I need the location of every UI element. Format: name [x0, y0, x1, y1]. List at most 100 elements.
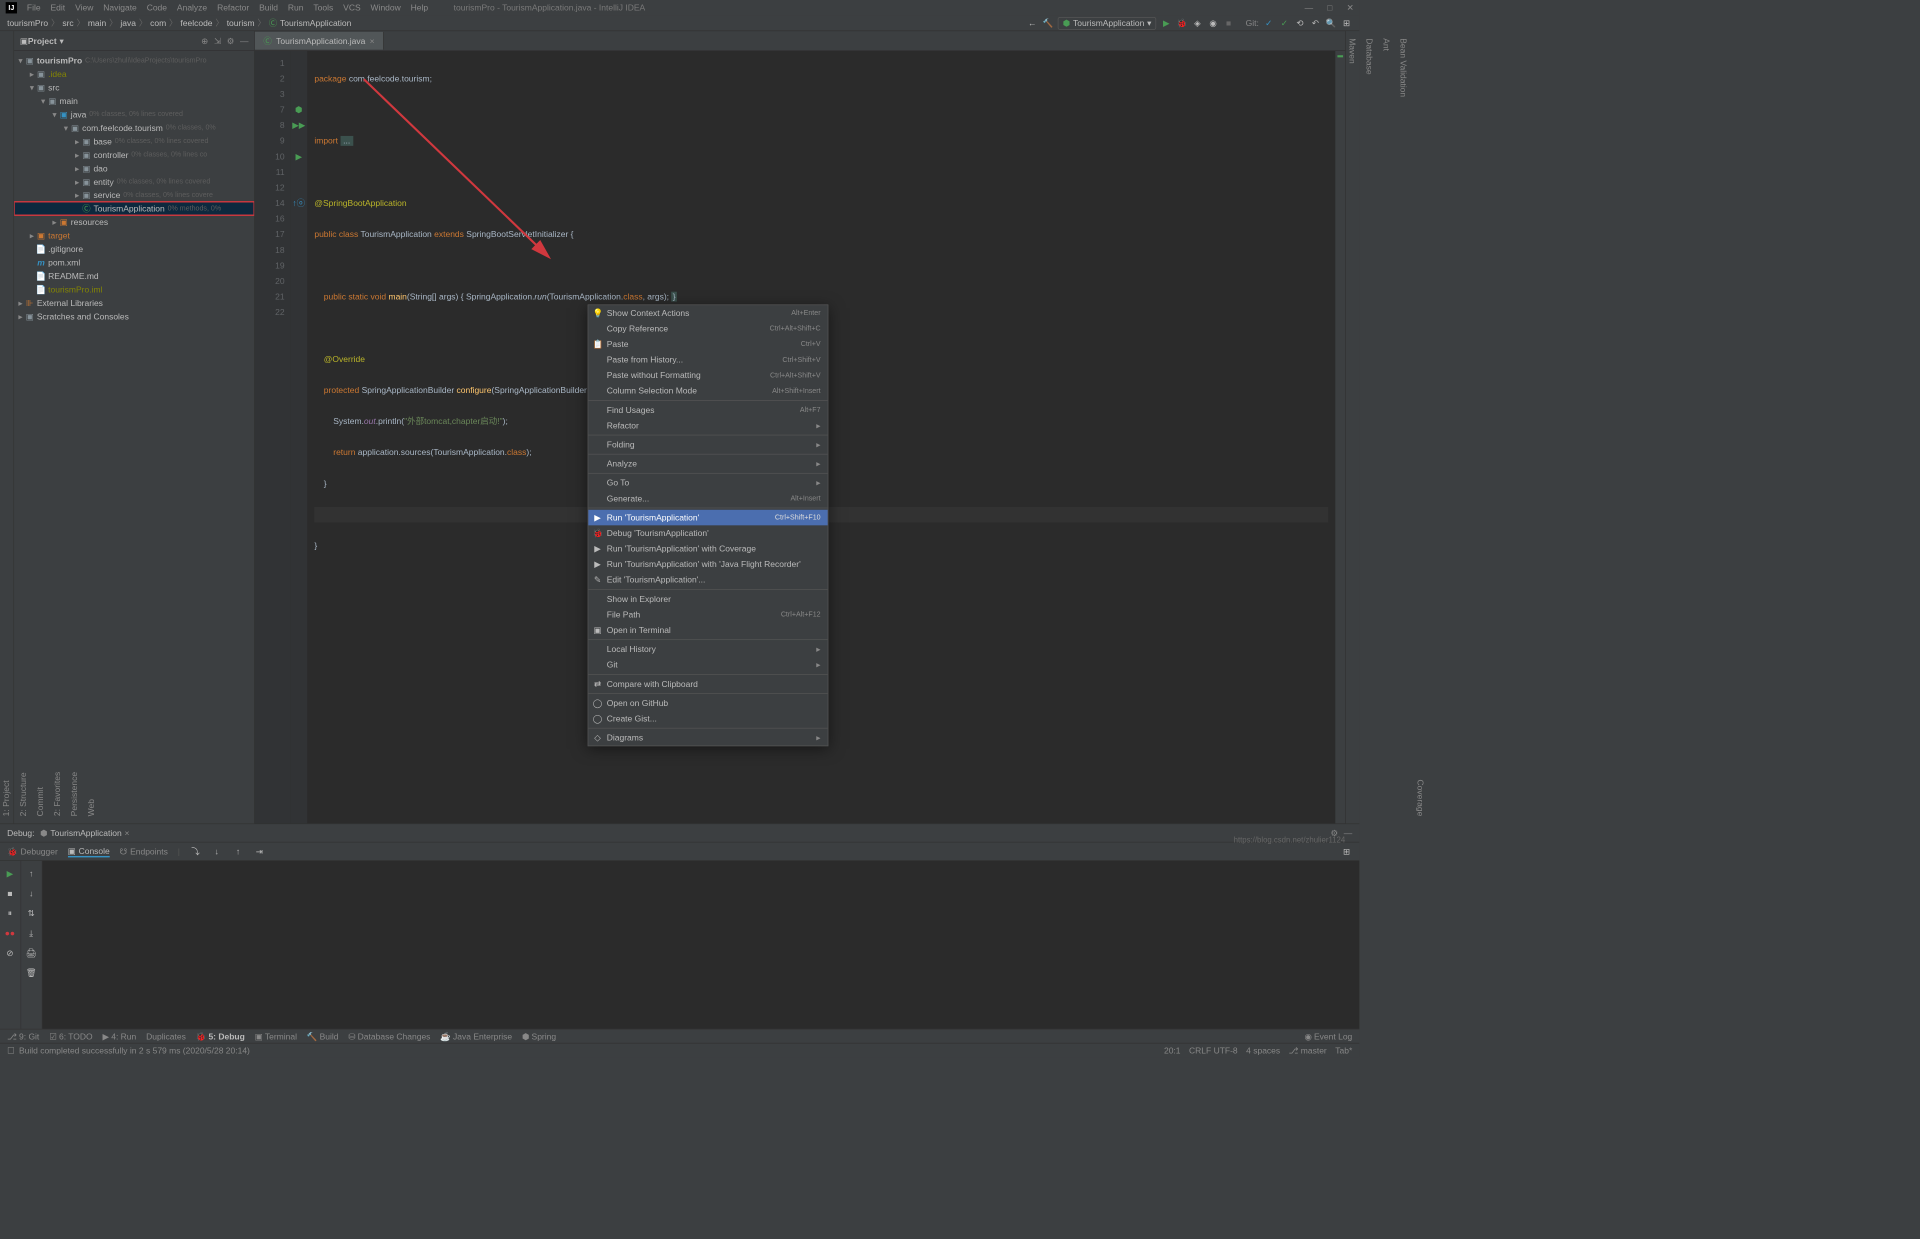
- menu-item[interactable]: Analyze▸: [588, 456, 827, 472]
- stop-icon[interactable]: ■: [1223, 17, 1234, 28]
- menu-item[interactable]: ▶Run 'TourismApplication' with Coverage: [588, 541, 827, 557]
- bottom-tab-build[interactable]: 🔨 Build: [307, 1031, 339, 1041]
- menu-item[interactable]: ◯Open on GitHub: [588, 695, 827, 711]
- menu-item[interactable]: Generate...Alt+Insert: [588, 491, 827, 507]
- tree-node-src[interactable]: ▾▣src: [14, 81, 254, 94]
- tree-node-pom[interactable]: mpom.xml: [14, 256, 254, 269]
- menu-refactor[interactable]: Refactor: [213, 1, 254, 14]
- breadcrumb-item[interactable]: feelcode: [180, 18, 212, 28]
- menu-item[interactable]: ✎Edit 'TourismApplication'...: [588, 572, 827, 588]
- debug-tab-debugger[interactable]: 🐞 Debugger: [7, 846, 58, 856]
- print-icon[interactable]: 🖨: [25, 947, 36, 958]
- left-tab-structure[interactable]: 2: Structure: [18, 38, 28, 816]
- breadcrumb-item[interactable]: src: [62, 18, 73, 28]
- profiler-icon[interactable]: ◉: [1207, 17, 1218, 28]
- menu-item[interactable]: 🐞Debug 'TourismApplication': [588, 525, 827, 541]
- bottom-tab-git[interactable]: ⎇ 9: Git: [7, 1031, 39, 1041]
- menu-item[interactable]: ◯Create Gist...: [588, 711, 827, 727]
- indent[interactable]: 4 spaces: [1246, 1045, 1280, 1055]
- bottom-tab-todo[interactable]: ☑ 6: TODO: [49, 1031, 92, 1041]
- close-tab-icon[interactable]: ×: [370, 36, 375, 46]
- event-log-tab[interactable]: ◉ Event Log: [1304, 1031, 1352, 1041]
- left-tab-web[interactable]: Web: [86, 38, 96, 816]
- coverage-icon[interactable]: ◈: [1192, 17, 1203, 28]
- override-icon[interactable]: ↑ⓞ: [290, 195, 307, 211]
- right-tab-coverage[interactable]: Coverage: [1415, 779, 1425, 816]
- tree-node-external[interactable]: ▸⊪External Libraries: [14, 296, 254, 309]
- git-branch[interactable]: ⎇ master: [1289, 1045, 1327, 1055]
- rerun-icon[interactable]: ▶: [4, 868, 15, 879]
- menu-item[interactable]: 💡Show Context ActionsAlt+Enter: [588, 305, 827, 321]
- wrap-icon[interactable]: ⇅: [25, 908, 36, 919]
- encoding[interactable]: CRLF UTF-8: [1189, 1045, 1238, 1055]
- caret-position[interactable]: 20:1: [1164, 1045, 1181, 1055]
- debug-tab-console[interactable]: ▣ Console: [68, 846, 110, 857]
- maximize-icon[interactable]: □: [1327, 3, 1332, 13]
- bottom-tab-spring[interactable]: ⬢ Spring: [522, 1031, 556, 1041]
- menu-item[interactable]: Column Selection ModeAlt+Shift+Insert: [588, 383, 827, 399]
- menu-item[interactable]: ▶Run 'TourismApplication' with 'Java Fli…: [588, 556, 827, 572]
- minimize-icon[interactable]: —: [1305, 3, 1313, 13]
- menu-item[interactable]: Copy ReferenceCtrl+Alt+Shift+C: [588, 321, 827, 337]
- tree-node-idea[interactable]: ▸▣.idea: [14, 67, 254, 80]
- menu-code[interactable]: Code: [142, 1, 171, 14]
- close-icon[interactable]: ✕: [1347, 3, 1354, 13]
- run-gutter-icon[interactable]: ⬢: [290, 102, 307, 118]
- view-breakpoints-icon[interactable]: ●●: [4, 927, 15, 938]
- console-output[interactable]: [42, 861, 1359, 1029]
- stop-icon[interactable]: ■: [4, 888, 15, 899]
- menu-analyze[interactable]: Analyze: [173, 1, 212, 14]
- git-revert-icon[interactable]: ↶: [1310, 17, 1321, 28]
- menu-run[interactable]: Run: [284, 1, 308, 14]
- close-icon[interactable]: ×: [125, 828, 130, 838]
- tree-node-app[interactable]: ⒸTourismApplication0% methods, 0%: [14, 202, 254, 215]
- menu-edit[interactable]: Edit: [46, 1, 69, 14]
- layout-icon[interactable]: ⊞: [1341, 846, 1352, 857]
- breadcrumb-item[interactable]: tourism: [227, 18, 255, 28]
- down-icon[interactable]: ↓: [25, 888, 36, 899]
- status-icon[interactable]: ☐: [7, 1045, 15, 1055]
- menu-view[interactable]: View: [71, 1, 98, 14]
- step-into-icon[interactable]: ↓: [211, 846, 222, 857]
- breadcrumb[interactable]: tourismPro〉 src〉 main〉 java〉 com〉 feelco…: [7, 17, 351, 29]
- run-config-selector[interactable]: ⬢ TourismApplication ▾: [1058, 17, 1157, 30]
- tree-node-java[interactable]: ▾▣java0% classes, 0% lines covered: [14, 108, 254, 121]
- up-icon[interactable]: ↑: [25, 868, 36, 879]
- run-icon[interactable]: ▶: [1161, 17, 1172, 28]
- menu-item[interactable]: Git▸: [588, 657, 827, 673]
- tree-node-package[interactable]: ▾▣com.feelcode.tourism0% classes, 0%: [14, 121, 254, 134]
- tree-node-base[interactable]: ▸▣base0% classes, 0% lines covered: [14, 135, 254, 148]
- menu-window[interactable]: Window: [366, 1, 405, 14]
- hammer-icon[interactable]: 🔨: [1042, 17, 1053, 28]
- project-tree[interactable]: ▾▣tourismProC:\Users\zhuli\IdeaProjects\…: [14, 51, 254, 326]
- git-history-icon[interactable]: ⟲: [1294, 17, 1305, 28]
- clear-icon[interactable]: 🗑: [25, 967, 36, 978]
- tree-node-service[interactable]: ▸▣service0% classes, 0% lines covere: [14, 188, 254, 201]
- bottom-tab-terminal[interactable]: ▣ Terminal: [255, 1031, 297, 1041]
- menu-item[interactable]: ⇄Compare with Clipboard: [588, 676, 827, 692]
- run-to-cursor-icon[interactable]: ⇥: [254, 846, 265, 857]
- ide-icon[interactable]: ⊞: [1341, 17, 1352, 28]
- breadcrumb-item[interactable]: tourismPro: [7, 18, 48, 28]
- menu-build[interactable]: Build: [255, 1, 282, 14]
- tree-node-dao[interactable]: ▸▣dao: [14, 161, 254, 174]
- hide-icon[interactable]: —: [240, 36, 248, 46]
- menu-item[interactable]: File PathCtrl+Alt+F12: [588, 607, 827, 623]
- menu-item[interactable]: Go To▸: [588, 475, 827, 491]
- tree-node-iml[interactable]: 📄tourismPro.iml: [14, 282, 254, 295]
- right-tab-database[interactable]: Database: [1364, 38, 1374, 816]
- tree-node-readme[interactable]: 📄README.md: [14, 269, 254, 282]
- breadcrumb-item[interactable]: java: [120, 18, 136, 28]
- git-update-icon[interactable]: ✓: [1263, 17, 1274, 28]
- tree-node-gitignore[interactable]: 📄.gitignore: [14, 242, 254, 255]
- menu-file[interactable]: File: [23, 1, 45, 14]
- breadcrumb-item[interactable]: main: [88, 18, 106, 28]
- menu-item[interactable]: Show in Explorer: [588, 591, 827, 607]
- menu-tools[interactable]: Tools: [309, 1, 337, 14]
- left-tab-project[interactable]: 1: Project: [1, 38, 11, 816]
- tree-node-entity[interactable]: ▸▣entity0% classes, 0% lines covered: [14, 175, 254, 188]
- resume-icon[interactable]: ⏸: [4, 908, 15, 919]
- left-tab-commit[interactable]: Commit: [35, 38, 45, 816]
- bottom-tab-java[interactable]: ☕ Java Enterprise: [440, 1031, 512, 1041]
- run-gutter-icon[interactable]: ▶▶: [290, 118, 307, 134]
